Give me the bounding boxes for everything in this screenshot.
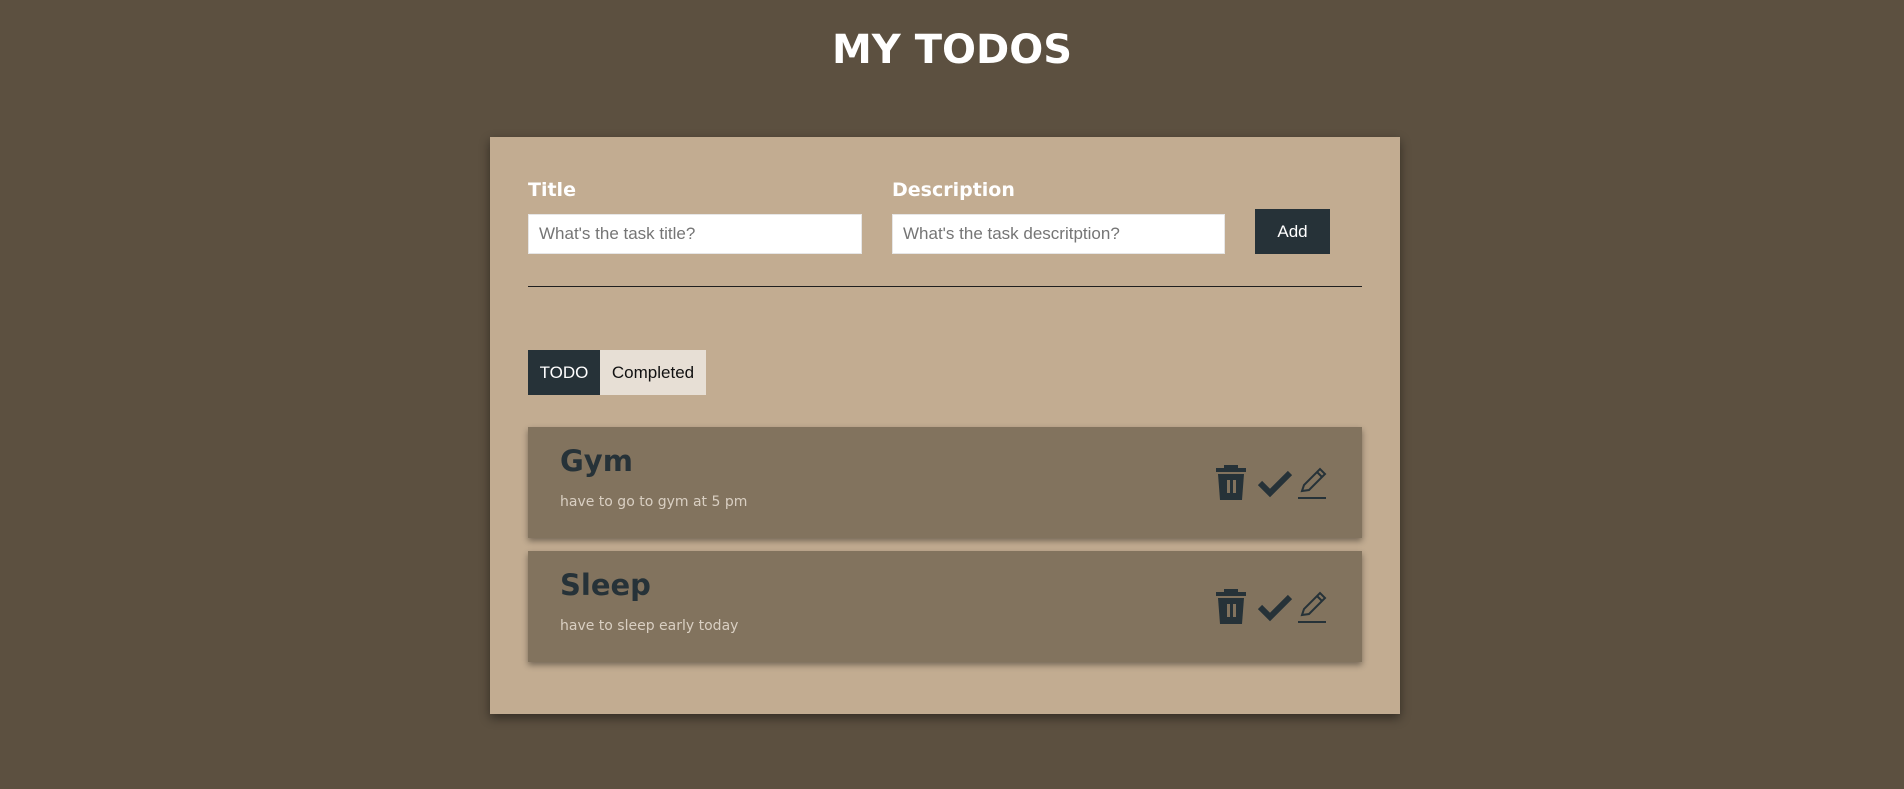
todo-title: Gym [560,444,633,478]
trash-icon[interactable] [1214,587,1248,625]
divider [528,286,1362,287]
pencil-icon[interactable] [1296,587,1330,625]
page-title: MY TODOS [832,27,1072,73]
description-input[interactable] [892,214,1225,254]
check-icon[interactable] [1258,587,1292,625]
todo-card: Title Description Add TODO Completed Gym… [490,137,1400,714]
add-button[interactable]: Add [1255,209,1330,254]
check-icon[interactable] [1258,463,1292,501]
todo-item-gym: Gym have to go to gym at 5 pm [528,427,1362,538]
trash-icon[interactable] [1214,463,1248,501]
tab-todo[interactable]: TODO [528,350,600,395]
tab-completed[interactable]: Completed [600,350,706,395]
todo-description: have to sleep early today [560,618,739,634]
todo-description: have to go to gym at 5 pm [560,494,748,510]
todo-title: Sleep [560,568,651,602]
title-input[interactable] [528,214,862,254]
pencil-icon[interactable] [1296,463,1330,501]
title-label: Title [528,179,576,201]
description-label: Description [892,179,1015,201]
todo-item-sleep: Sleep have to sleep early today [528,551,1362,662]
